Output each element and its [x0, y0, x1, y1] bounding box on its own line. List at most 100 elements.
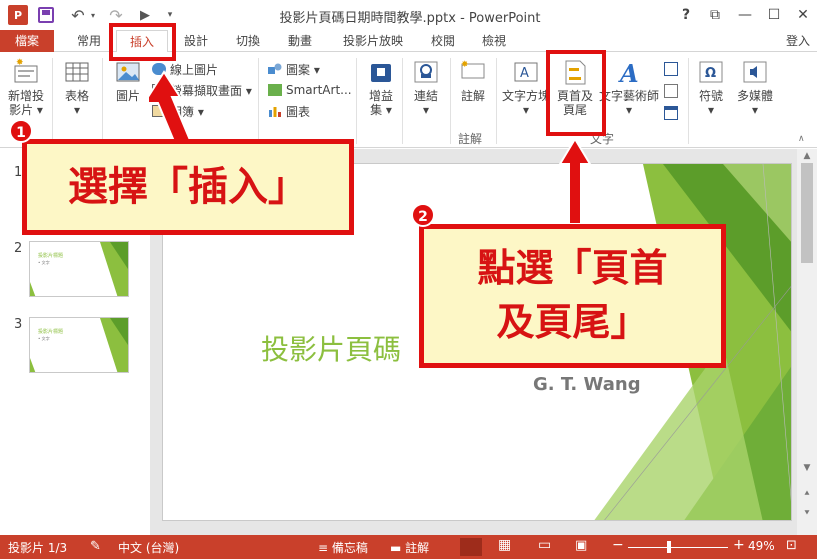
notes-button[interactable]: ≡ 備忘稿 — [318, 539, 368, 556]
comment-button[interactable]: ✸ 註解 — [454, 58, 492, 103]
tab-slideshow[interactable]: 投影片放映 — [332, 30, 414, 52]
pictures-button[interactable]: 圖片 — [108, 58, 148, 103]
ribbon-separator — [356, 58, 357, 144]
svg-text:Ω: Ω — [705, 66, 716, 81]
previous-slide-icon[interactable]: ⯅ — [800, 489, 814, 499]
fit-slide-icon[interactable]: ⊡ — [786, 538, 797, 553]
vertical-scrollbar[interactable]: ▲ ▼ ⯅ ⯆ — [797, 149, 817, 535]
photo-album-icon — [152, 105, 166, 117]
comments-button[interactable]: ▬ 註解 — [390, 539, 429, 556]
zoom-in-button[interactable]: + — [733, 537, 745, 553]
scrollbar-thumb[interactable] — [801, 163, 813, 263]
store-icon — [367, 58, 395, 86]
textbox-button[interactable]: A 文字方塊 ▾ — [500, 58, 552, 117]
slide-thumbnail-3[interactable]: 投影片標題 • 文字 — [29, 317, 129, 373]
next-slide-icon[interactable]: ⯆ — [800, 509, 814, 519]
wordart-drop: ▾ — [625, 103, 633, 117]
wordart-button[interactable]: A 文字藝術師 ▾ — [598, 58, 660, 117]
new-slide-button[interactable]: ✸ 新增投 影片 ▾ — [4, 58, 48, 117]
tab-home[interactable]: 常用 — [66, 30, 112, 52]
addins-button[interactable]: 增益 集 ▾ — [362, 58, 400, 117]
tab-animations[interactable]: 動畫 — [278, 30, 322, 52]
close-button[interactable]: ✕ — [789, 3, 817, 27]
customize-toolbar-icon[interactable]: ▾ — [164, 5, 176, 25]
date-time-button[interactable] — [664, 60, 682, 78]
slide-number-button[interactable] — [664, 82, 682, 100]
addins-label-1: 增益 — [368, 89, 393, 103]
textbox-icon: A — [512, 58, 540, 86]
screenshot-button[interactable]: 螢幕擷取畫面 ▾ — [152, 81, 252, 99]
pictures-label: 圖片 — [115, 89, 140, 103]
zoom-slider[interactable] — [628, 547, 728, 548]
spellcheck-icon[interactable]: ✎ — [90, 539, 101, 554]
comments-group-label: 註解 — [458, 132, 483, 146]
slide-thumbnail-2[interactable]: 投影片標題 • 文字 — [29, 241, 129, 297]
smartart-button[interactable]: SmartArt... — [268, 81, 352, 99]
normal-view-icon[interactable] — [460, 538, 482, 556]
slide-sorter-icon[interactable]: ▦ — [498, 537, 511, 553]
zoom-level[interactable]: 49% — [748, 539, 775, 553]
photo-album-button[interactable]: 相簿 ▾ — [152, 102, 204, 120]
tab-file[interactable]: 檔案 — [0, 30, 54, 52]
thumbnail-title: 投影片標題 — [38, 253, 64, 259]
ribbon-separator — [402, 58, 403, 144]
step2-text-line1: 點選「頁首 — [477, 246, 668, 290]
online-pictures-button[interactable]: 線上圖片 — [152, 60, 218, 78]
new-slide-icon: ✸ — [12, 58, 40, 86]
ribbon-separator — [52, 58, 53, 144]
tab-design[interactable]: 設計 — [176, 30, 216, 52]
addins-label-2: 集 ▾ — [370, 103, 392, 117]
slide-subtitle[interactable]: G. T. Wang — [533, 374, 641, 395]
object-button[interactable] — [664, 104, 682, 122]
table-button[interactable]: 表格 ▾ — [58, 58, 96, 117]
tab-review[interactable]: 校閱 — [422, 30, 464, 52]
help-button[interactable]: ? — [672, 3, 700, 27]
insert-tab-highlight — [109, 23, 176, 61]
undo-icon[interactable]: ↶ — [68, 5, 88, 25]
scroll-up-icon[interactable]: ▲ — [800, 151, 814, 161]
zoom-out-button[interactable]: − — [612, 537, 624, 553]
thumbnail-title: 投影片標題 — [38, 329, 64, 335]
slideshow-view-icon[interactable]: ▣ — [575, 538, 587, 553]
save-icon[interactable] — [38, 7, 54, 23]
powerpoint-window: P ↶ ▾ ↷ ▶ ▾ 投影片頁碼日期時間教學.pptx - PowerPoin… — [0, 0, 817, 559]
zoom-slider-thumb[interactable] — [667, 541, 671, 553]
start-from-beginning-icon[interactable]: ▶ — [136, 5, 154, 25]
collapse-ribbon-icon[interactable]: ∧ — [798, 130, 805, 148]
sign-in-link[interactable]: 登入 — [786, 30, 810, 52]
powerpoint-logo-icon[interactable]: P — [8, 5, 28, 25]
new-slide-label-1: 新增投 — [7, 89, 44, 103]
ribbon-insert: ✸ 新增投 影片 ▾ 表格 ▾ 圖片 線上圖片 螢幕擷取畫面 ▾ 相簿 ▾ 圖案… — [0, 52, 817, 148]
minimize-button[interactable]: — — [731, 3, 759, 27]
ribbon-separator — [450, 58, 451, 144]
smartart-label: SmartArt... — [286, 83, 352, 97]
symbols-drop: ▾ — [707, 103, 715, 117]
ribbon-separator — [688, 58, 689, 144]
screenshot-icon — [152, 84, 166, 96]
step2-text-line2: 及頁尾」 — [496, 300, 649, 344]
language-indicator[interactable]: 中文 (台灣) — [118, 539, 179, 556]
thumbnail-decoration — [30, 318, 128, 372]
links-label: 連結 — [413, 89, 438, 103]
step2-number-badge: 2 — [411, 203, 435, 227]
chart-button[interactable]: 圖表 — [268, 102, 310, 120]
tab-view[interactable]: 檢視 — [472, 30, 516, 52]
shapes-button[interactable]: 圖案 ▾ — [268, 60, 320, 78]
thumbnail-text: • 文字 — [38, 336, 50, 341]
ribbon-display-options-button[interactable]: ⧉ — [701, 3, 729, 27]
links-button[interactable]: 連結 ▾ — [406, 58, 446, 117]
reading-view-icon[interactable]: ▭ — [538, 537, 551, 553]
ribbon-separator — [496, 58, 497, 144]
window-title: 投影片頁碼日期時間教學.pptx - PowerPoint — [279, 11, 541, 26]
scroll-down-icon[interactable]: ▼ — [800, 463, 814, 473]
symbols-button[interactable]: Ω 符號 ▾ — [692, 58, 730, 117]
media-button[interactable]: 多媒體 ▾ — [734, 58, 776, 117]
redo-icon[interactable]: ↷ — [108, 5, 124, 25]
ribbon-separator — [102, 58, 103, 144]
ribbon-separator — [258, 58, 259, 144]
textbox-drop: ▾ — [522, 103, 530, 117]
maximize-button[interactable]: ☐ — [760, 3, 788, 27]
undo-dropdown-icon[interactable]: ▾ — [88, 5, 98, 25]
slide-title[interactable]: 投影片頁碼 — [261, 328, 401, 368]
tab-transitions[interactable]: 切換 — [226, 30, 270, 52]
